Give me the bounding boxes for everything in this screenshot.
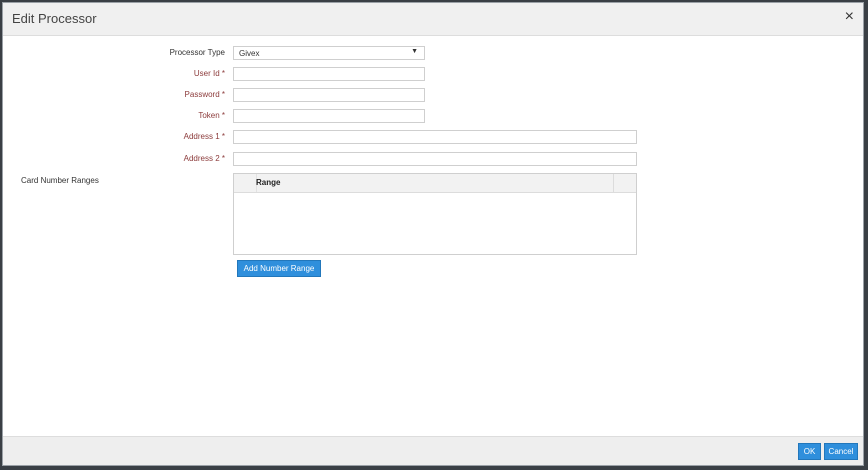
processor-type-label: Processor Type [169,48,225,57]
address2-label: Address 2 * [183,154,225,163]
grid-header: Range [234,174,636,193]
edit-processor-dialog: Edit Processor × Processor Type Givex ▼ … [2,2,864,466]
add-number-range-button[interactable]: Add Number Range [237,260,321,277]
card-number-ranges-label: Card Number Ranges [21,176,99,185]
close-icon[interactable]: × [845,8,854,26]
dialog-titlebar: Edit Processor × [3,3,863,36]
user-id-label: User Id * [193,69,225,78]
token-input[interactable] [233,109,425,123]
card-ranges-grid: Range [233,173,637,255]
dialog-footer: OK Cancel [3,436,863,465]
cancel-button[interactable]: Cancel [824,443,858,460]
password-input[interactable] [233,88,425,102]
address1-input[interactable] [233,130,637,144]
password-label: Password * [184,90,225,99]
token-label: Token * [198,111,225,120]
address2-input[interactable] [233,152,637,166]
processor-type-value: Givex [239,49,260,58]
dialog-title: Edit Processor [12,11,97,26]
processor-type-select[interactable]: Givex ▼ [233,46,425,60]
grid-header-actions-cell [613,174,636,192]
address1-label: Address 1 * [183,132,225,141]
grid-header-select-cell [234,174,257,192]
chevron-down-icon: ▼ [411,48,418,55]
user-id-input[interactable] [233,67,425,81]
ok-button[interactable]: OK [798,443,821,460]
range-column-header[interactable]: Range [256,178,280,187]
